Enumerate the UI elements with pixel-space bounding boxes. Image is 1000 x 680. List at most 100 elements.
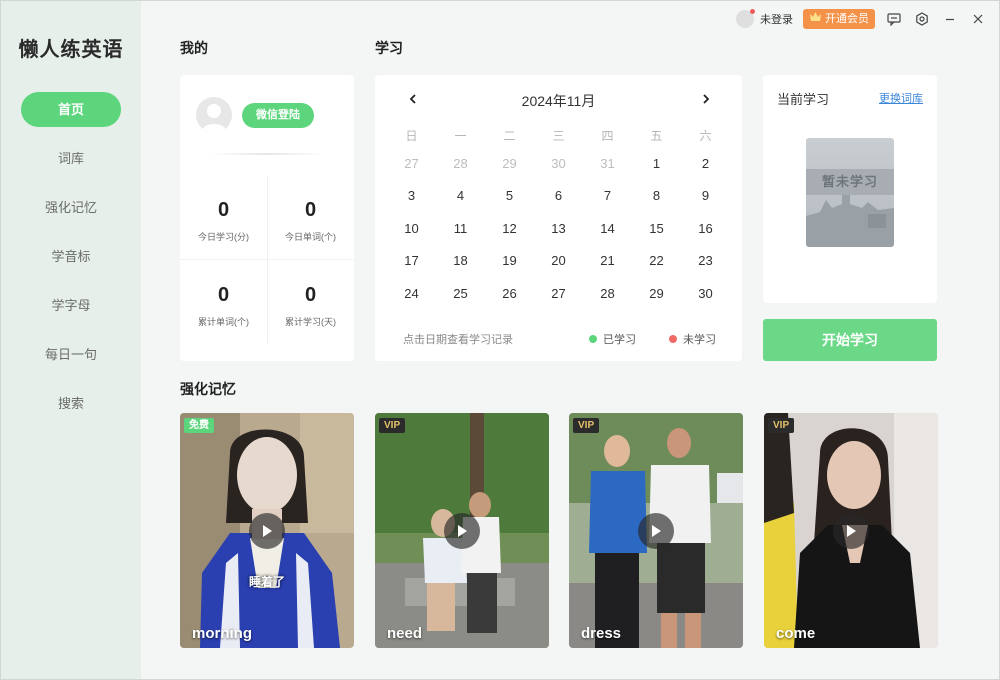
sidebar-item-search[interactable]: 搜索: [21, 386, 121, 421]
calendar-day[interactable]: 10: [387, 221, 436, 236]
calendar-day[interactable]: 8: [632, 188, 681, 203]
calendar-day[interactable]: 2: [681, 156, 730, 171]
calendar-day[interactable]: 29: [632, 286, 681, 301]
vip-button-label: 开通会员: [825, 13, 869, 25]
calendar-day[interactable]: 13: [534, 221, 583, 236]
stat-value: 0: [217, 284, 230, 306]
vip-button[interactable]: 开通会员: [803, 9, 875, 29]
calendar-week-row: 3456789: [387, 180, 730, 213]
sidebar-nav: 首页 词库 强化记忆 学音标 学字母 每日一句 搜索: [1, 92, 141, 435]
video-card-dress[interactable]: VIP dress: [569, 413, 743, 648]
sidebar: 懒人练英语 首页 词库 强化记忆 学音标 学字母 每日一句 搜索: [1, 1, 141, 679]
play-icon[interactable]: [444, 513, 480, 549]
current-learning-card: 当前学习 更换词库 暂未学习: [763, 75, 937, 303]
calendar-day[interactable]: 15: [632, 221, 681, 236]
sidebar-item-phonetics[interactable]: 学音标: [21, 239, 121, 274]
not-learned-dot-icon: [669, 335, 677, 343]
stat-label: 累计单词(个): [198, 317, 249, 327]
avatar: [196, 97, 232, 133]
calendar-day[interactable]: 22: [632, 253, 681, 268]
calendar-day[interactable]: 16: [681, 221, 730, 236]
current-learning-title: 当前学习: [777, 92, 830, 107]
video-card-morning[interactable]: 免费 睡着了 morning: [180, 413, 354, 648]
wechat-login-button[interactable]: 微信登陆: [242, 103, 314, 128]
calendar-day[interactable]: 5: [485, 188, 534, 203]
sidebar-item-home[interactable]: 首页: [21, 92, 121, 127]
calendar-week-row: 10 11 12 13 14 15 16: [387, 212, 730, 245]
video-card-come[interactable]: VIP come: [764, 413, 938, 648]
message-icon[interactable]: [885, 10, 903, 28]
calendar-day[interactable]: 30: [534, 156, 583, 171]
chevron-right-icon[interactable]: [698, 89, 714, 109]
settings-icon[interactable]: [913, 10, 931, 28]
calendar-day[interactable]: 27: [387, 156, 436, 171]
calendar-day[interactable]: 17: [387, 253, 436, 268]
profile-card: 微信登陆 0 今日学习(分) 0 今日单词(个) 0 累计单词(个) 0 累计学…: [180, 75, 354, 361]
free-badge: 免费: [184, 418, 214, 433]
calendar-day[interactable]: 30: [681, 286, 730, 301]
calendar-day[interactable]: 27: [534, 286, 583, 301]
play-icon[interactable]: [249, 513, 285, 549]
calendar-month-title: 2024年11月: [521, 93, 596, 109]
video-word: dress: [581, 625, 622, 642]
calendar-day[interactable]: 6: [534, 188, 583, 203]
calendar-day[interactable]: 9: [681, 188, 730, 203]
change-vocabulary-link[interactable]: 更换词库: [879, 90, 923, 106]
calendar-day[interactable]: 4: [436, 188, 485, 203]
video-card-need[interactable]: VIP need: [375, 413, 549, 648]
calendar-week-row: 17 18 19 20 21 22 23: [387, 245, 730, 278]
calendar-weekday: 日: [405, 128, 418, 143]
sidebar-item-memory[interactable]: 强化记忆: [21, 190, 121, 225]
my-section-title: 我的: [180, 40, 208, 56]
calendar-day[interactable]: 20: [534, 253, 583, 268]
calendar-weekday: 三: [552, 128, 565, 143]
calendar-day[interactable]: 3: [387, 188, 436, 203]
app-window: 懒人练英语 首页 词库 强化记忆 学音标 学字母 每日一句 搜索 未登录 开通会…: [0, 0, 1000, 680]
play-icon[interactable]: [833, 513, 869, 549]
calendar-week-row: 24 25 26 27 28 29 30: [387, 277, 730, 310]
calendar-weekday: 一: [454, 128, 467, 143]
calendar-day[interactable]: 12: [485, 221, 534, 236]
user-status-label: 未登录: [760, 14, 793, 26]
calendar-weekday: 五: [650, 128, 663, 143]
calendar-grid: 日一二三四五六 27 28 29 30 31 1 2 3 4 5 6 7 8 9 10 11 12 13 14 15 16…: [387, 123, 730, 310]
profile-divider: [208, 153, 326, 155]
crown-icon: [809, 9, 822, 29]
calendar-day[interactable]: 7: [583, 188, 632, 203]
legend-not-learned: 未学习: [669, 331, 716, 347]
calendar-day[interactable]: 18: [436, 253, 485, 268]
calendar-day[interactable]: 25: [436, 286, 485, 301]
play-icon[interactable]: [638, 513, 674, 549]
sidebar-item-letters[interactable]: 学字母: [21, 288, 121, 323]
video-subtitle: 睡着了: [248, 575, 285, 589]
sidebar-item-daily-sentence[interactable]: 每日一句: [21, 337, 121, 372]
close-icon[interactable]: [969, 10, 987, 28]
calendar-day[interactable]: 31: [583, 156, 632, 171]
legend-learned: 已学习: [589, 331, 636, 347]
video-word: come: [776, 625, 816, 642]
learned-dot-icon: [589, 335, 597, 343]
calendar-header: 2024年11月: [375, 89, 742, 109]
calendar-day[interactable]: 11: [436, 221, 485, 236]
calendar-day[interactable]: 28: [436, 156, 485, 171]
minimize-icon[interactable]: [941, 10, 959, 28]
stat-label: 今日单词(个): [285, 232, 336, 242]
calendar-day[interactable]: 19: [485, 253, 534, 268]
calendar-week-row: 27 28 29 30 31 1 2: [387, 147, 730, 180]
calendar-day[interactable]: 26: [485, 286, 534, 301]
calendar-day[interactable]: 24: [387, 286, 436, 301]
calendar-day[interactable]: 23: [681, 253, 730, 268]
calendar-day[interactable]: 21: [583, 253, 632, 268]
calendar-day[interactable]: 28: [583, 286, 632, 301]
user-login-chip[interactable]: 未登录: [736, 9, 793, 28]
calendar-day[interactable]: 14: [583, 221, 632, 236]
stat-value: 0: [217, 199, 230, 221]
calendar-day[interactable]: 1: [632, 156, 681, 171]
stat-value: 0: [304, 284, 317, 306]
stat-today-words: 0 今日单词(个): [267, 175, 354, 259]
sidebar-item-vocabulary[interactable]: 词库: [21, 141, 121, 176]
calendar-footer: 点击日期查看学习记录 已学习 未学习: [403, 331, 723, 347]
start-learning-button[interactable]: 开始学习: [763, 319, 937, 361]
calendar-day[interactable]: 29: [485, 156, 534, 171]
chevron-left-icon[interactable]: [405, 89, 421, 109]
